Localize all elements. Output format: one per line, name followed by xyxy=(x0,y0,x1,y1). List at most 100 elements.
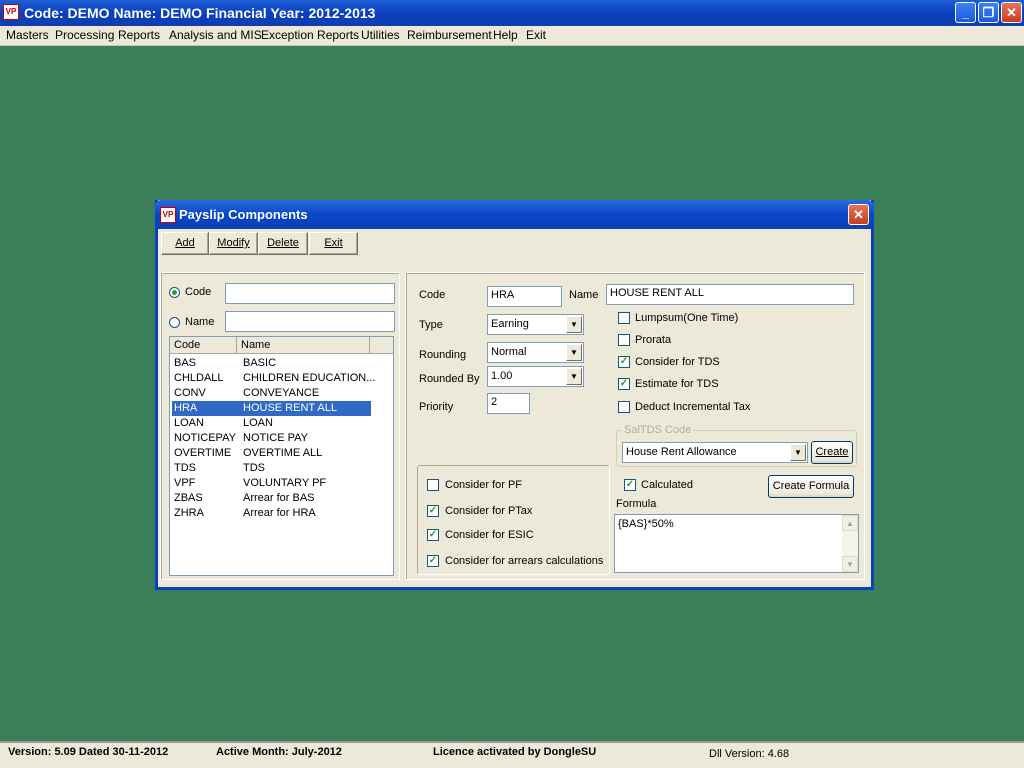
list-item-name: HOUSE RENT ALL xyxy=(243,402,337,414)
list-item-name: LOAN xyxy=(243,417,273,429)
menu-bar: Masters Processing Reports Analysis and … xyxy=(0,26,1024,46)
list-item[interactable]: CHLDALL CHILDREN EDUCATION... xyxy=(172,371,375,386)
menu-analysis-mis[interactable]: Analysis and MIS xyxy=(169,28,262,42)
chevron-down-icon[interactable]: ▼ xyxy=(566,344,582,361)
status-version: Version: 5.09 Dated 30-11-2012 xyxy=(8,746,169,758)
status-active-month: Active Month: July-2012 xyxy=(216,746,342,758)
close-button[interactable]: ✕ xyxy=(1001,2,1022,23)
type-label: Type xyxy=(419,319,443,331)
lumpsum-label: Lumpsum(One Time) xyxy=(635,312,739,324)
menu-processing[interactable]: Processing xyxy=(55,28,114,42)
delete-button-label: Delete xyxy=(267,237,299,249)
dialog-app-icon: VP xyxy=(160,207,176,223)
status-licence: Licence activated by DongleSU xyxy=(433,746,597,758)
consider-arrears-label: Consider for arrears calculations xyxy=(445,555,604,567)
modify-button[interactable]: Modify xyxy=(209,232,258,255)
priority-label: Priority xyxy=(419,401,454,413)
code-field[interactable]: HRA xyxy=(487,286,562,307)
consider-pf-label: Consider for PF xyxy=(445,479,523,491)
exit-button-label: Exit xyxy=(324,237,343,249)
list-item[interactable]: TDS TDS xyxy=(172,461,371,476)
prorata-checkbox[interactable] xyxy=(618,334,630,346)
menu-exception-reports[interactable]: Exception Reports xyxy=(261,28,359,42)
dialog-close-button[interactable]: ✕ xyxy=(848,204,869,225)
consider-tds-label: Consider for TDS xyxy=(635,356,720,368)
consider-ptax-label: Consider for PTax xyxy=(445,505,533,517)
menu-masters[interactable]: Masters xyxy=(6,28,49,42)
consider-ptax-checkbox[interactable]: ✓ xyxy=(427,505,439,517)
lumpsum-checkbox[interactable] xyxy=(618,312,630,324)
add-button-label: Add xyxy=(175,237,195,249)
consider-arrears-checkbox[interactable]: ✓ xyxy=(427,555,439,567)
add-button[interactable]: Add xyxy=(161,232,209,255)
chevron-down-icon[interactable]: ▼ xyxy=(790,444,806,461)
code-radio[interactable] xyxy=(169,287,180,298)
prorata-label: Prorata xyxy=(635,334,672,346)
maximize-button[interactable]: ❐ xyxy=(978,2,999,23)
list-item-code: TDS xyxy=(174,462,196,474)
exit-button[interactable]: Exit xyxy=(309,232,358,255)
menu-exit[interactable]: Exit xyxy=(526,28,546,42)
deduct-incremental-checkbox[interactable] xyxy=(618,401,630,413)
calculated-checkbox[interactable]: ✓ xyxy=(624,479,636,491)
menu-reimbursement[interactable]: Reimbursement xyxy=(407,28,492,42)
list-item[interactable]: ZBAS Arrear for BAS xyxy=(172,491,371,506)
create-button[interactable]: Create xyxy=(811,441,853,464)
rounding-select[interactable]: Normal ▼ xyxy=(487,342,584,363)
delete-button[interactable]: Delete xyxy=(258,232,308,255)
rounded-by-select[interactable]: 1.00 ▼ xyxy=(487,366,584,387)
dialog-title: Payslip Components xyxy=(179,207,308,222)
list-item-name: CHILDREN EDUCATION... xyxy=(243,372,376,384)
list-header-name[interactable]: Name xyxy=(237,337,370,354)
formula-textarea[interactable]: {BAS}*50% ▲ ▼ xyxy=(614,514,859,573)
name-label: Name xyxy=(569,289,599,301)
estimate-tds-checkbox[interactable]: ✓ xyxy=(618,378,630,390)
status-dll-version: Dll Version: 4.68 xyxy=(709,748,790,760)
scroll-up-icon[interactable]: ▲ xyxy=(842,515,858,531)
list-item-name: VOLUNTARY PF xyxy=(243,477,327,489)
menu-utilities[interactable]: Utilities xyxy=(361,28,400,42)
list-item[interactable]: BAS BASIC xyxy=(172,356,371,371)
dialog-title-bar: VP Payslip Components ✕ xyxy=(155,200,874,229)
name-search-input[interactable] xyxy=(225,311,395,332)
chevron-down-icon[interactable]: ▼ xyxy=(566,316,582,333)
scroll-down-icon[interactable]: ▼ xyxy=(842,556,858,572)
list-item[interactable]: CONV CONVEYANCE xyxy=(172,386,371,401)
list-item-name: BASIC xyxy=(243,357,277,369)
consider-esic-checkbox[interactable]: ✓ xyxy=(427,529,439,541)
priority-field[interactable]: 2 xyxy=(487,393,530,414)
list-item[interactable]: LOAN LOAN xyxy=(172,416,371,431)
menu-help[interactable]: Help xyxy=(493,28,518,42)
rounding-label: Rounding xyxy=(419,349,467,361)
menu-reports[interactable]: Reports xyxy=(118,28,160,42)
list-item-code: ZBAS xyxy=(174,492,203,504)
list-item-selected[interactable]: HRA HOUSE RENT ALL xyxy=(172,401,371,416)
saltds-select[interactable]: House Rent Allowance ▼ xyxy=(622,442,808,463)
list-item-code: CHLDALL xyxy=(174,372,224,384)
type-select[interactable]: Earning ▼ xyxy=(487,314,584,335)
name-radio[interactable] xyxy=(169,317,180,328)
rounding-select-value: Normal xyxy=(491,346,527,358)
minimize-button[interactable]: _ xyxy=(955,2,976,23)
consider-pf-checkbox[interactable] xyxy=(427,479,439,491)
list-item[interactable]: OVERTIME OVERTIME ALL xyxy=(172,446,371,461)
list-item-code: OVERTIME xyxy=(174,447,232,459)
name-field[interactable]: HOUSE RENT ALL xyxy=(606,284,854,305)
create-formula-button[interactable]: Create Formula xyxy=(768,475,854,498)
consider-tds-checkbox[interactable]: ✓ xyxy=(618,356,630,368)
formula-scrollbar[interactable]: ▲ ▼ xyxy=(842,515,858,572)
list-item[interactable]: ZHRA Arrear for HRA xyxy=(172,506,371,521)
modify-button-label: Modify xyxy=(217,237,250,249)
list-item-name: CONVEYANCE xyxy=(243,387,320,399)
consider-esic-label: Consider for ESIC xyxy=(445,529,534,541)
chevron-down-icon[interactable]: ▼ xyxy=(566,368,582,385)
deduct-incremental-label: Deduct Incremental Tax xyxy=(635,401,751,413)
list-item[interactable]: VPF VOLUNTARY PF xyxy=(172,476,371,491)
components-list[interactable]: Code Name BAS BASIC CHLDALL CHILDREN EDUCA… xyxy=(169,336,394,576)
saltds-select-value: House Rent Allowance xyxy=(626,446,737,458)
code-search-input[interactable] xyxy=(225,283,395,304)
list-item[interactable]: NOTICEPAY NOTICE PAY xyxy=(172,431,371,446)
list-item-code: BAS xyxy=(174,357,197,369)
list-item-code: CONV xyxy=(174,387,206,399)
list-header-code[interactable]: Code xyxy=(170,337,237,354)
